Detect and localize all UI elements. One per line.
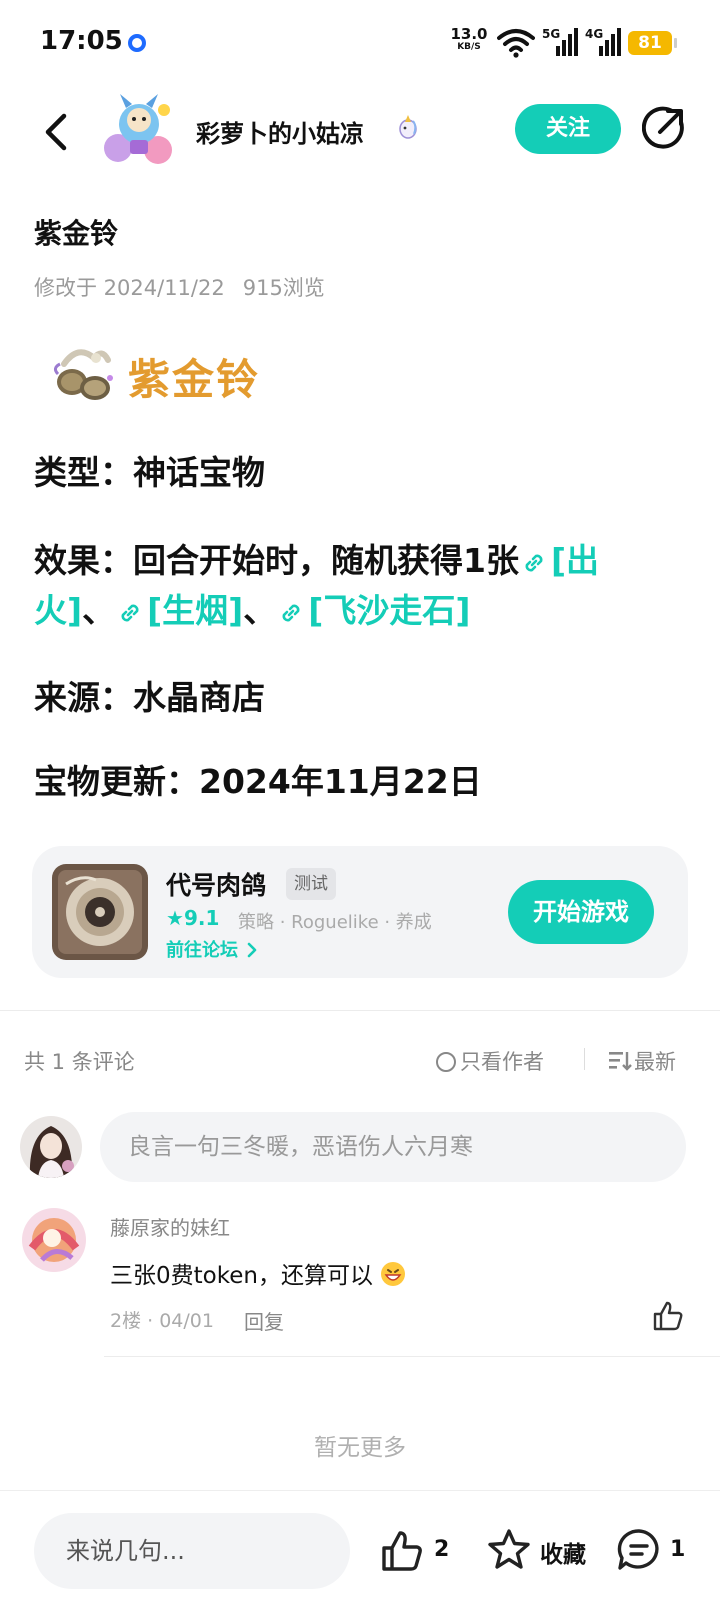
link-icon (525, 554, 543, 571)
post-header: 彩萝卜的小姑凉 关注 (0, 86, 720, 176)
author-name[interactable]: 彩萝卜的小姑凉 (196, 114, 364, 149)
forum-link-label: 前往论坛 (166, 940, 238, 961)
start-game-button[interactable]: 开始游戏 (508, 880, 654, 944)
sort-latest-button[interactable]: 最新 (608, 1046, 676, 1076)
item-type: 类型：神话宝物 (34, 453, 265, 492)
test-badge: 测试 (286, 868, 336, 900)
post-title: 紫金铃 (34, 217, 119, 250)
quick-comment-input[interactable]: 来说几句... (34, 1513, 350, 1589)
star-favorite-icon[interactable] (486, 1527, 532, 1573)
status-bar: 17:05 13.0 KB/S 5G 4G 81 (0, 0, 720, 86)
signal-4g-icon: 4G (585, 27, 621, 56)
author-only-label: 只看作者 (460, 1050, 544, 1074)
item-effect: 效果：回合开始时，随机获得1张 [出火]、 [生烟]、 [飞沙走石] (34, 536, 674, 636)
comment-total-count: 1 (670, 1537, 686, 1562)
signal-5g-label: 5G (542, 27, 560, 41)
signal-4g-label: 4G (585, 27, 603, 41)
link-separator: 、 (82, 591, 116, 630)
sort-icon (609, 1052, 632, 1071)
signal-5g-icon: 5G (542, 27, 578, 56)
network-speed: 13.0 KB/S (450, 25, 488, 54)
favorite-label[interactable]: 收藏 (540, 1535, 586, 1569)
star-icon: ★ (166, 906, 184, 930)
post-modified-date: 修改于 2024/11/22 (34, 276, 225, 300)
game-rating: ★9.1 (166, 906, 219, 930)
thumbs-up-icon[interactable] (652, 1300, 684, 1332)
notification-dot-icon (128, 34, 146, 52)
status-time: 17:05 (40, 26, 123, 56)
reply-button[interactable]: 回复 (244, 1306, 284, 1335)
game-icon[interactable] (52, 864, 148, 960)
section-divider (0, 1010, 720, 1011)
item-name-heading: 紫金铃 (128, 355, 261, 404)
item-source: 来源：水晶商店 (34, 678, 265, 717)
link-separator: 、 (243, 591, 277, 630)
follow-button[interactable]: 关注 (515, 104, 621, 154)
game-tags: 策略 · Roguelike · 养成 (238, 912, 432, 933)
commenter-name[interactable]: 藤原家的妹红 (110, 1212, 230, 1241)
game-rating-value: 9.1 (183, 906, 220, 930)
comment-divider (104, 1356, 720, 1357)
forum-link[interactable]: 前往论坛 (166, 936, 258, 962)
chevron-right-icon (247, 942, 257, 958)
game-card[interactable]: 代号肉鸽 测试 ★9.1 策略 · Roguelike · 养成 前往论坛 开始… (32, 846, 688, 978)
comment-body: 三张0费token，还算可以 (110, 1263, 373, 1289)
wifi-icon (497, 29, 535, 58)
comment-input[interactable]: 良言一句三冬暖，恶语伤人六月寒 (100, 1112, 686, 1182)
link-icon (282, 604, 300, 621)
comment-bubble-icon[interactable] (616, 1527, 662, 1573)
current-user-avatar[interactable] (20, 1116, 82, 1178)
commenter-avatar[interactable] (22, 1208, 86, 1272)
post-meta: 修改于 2024/11/22 915浏览 (34, 272, 325, 302)
post-view-count: 915浏览 (242, 276, 325, 300)
bottom-action-bar: 来说几句... 2 收藏 1 (0, 1490, 720, 1610)
comment-text: 三张0费token，还算可以 (110, 1256, 406, 1290)
unicorn-emoji-icon (399, 115, 417, 139)
game-name: 代号肉鸽 (166, 871, 267, 900)
like-count: 2 (434, 1537, 450, 1562)
bell-item-icon (53, 349, 113, 400)
link-icon (121, 604, 139, 621)
author-avatar[interactable] (100, 90, 178, 168)
comment-floor-date: 2楼 · 04/01 (110, 1310, 214, 1332)
like-icon[interactable] (380, 1529, 424, 1573)
back-icon[interactable] (38, 110, 78, 154)
card-link-sandstorm[interactable]: [飞沙走石] (308, 591, 470, 630)
author-only-toggle[interactable]: 只看作者 (436, 1046, 544, 1076)
comment-count: 共 1 条评论 (24, 1050, 135, 1074)
sort-latest-label: 最新 (634, 1050, 676, 1074)
grinning-emoji-icon (381, 1262, 406, 1286)
battery-indicator: 81 (628, 31, 677, 55)
effect-text: 效果：回合开始时，随机获得1张 (34, 541, 519, 580)
card-link-smoke[interactable]: [生烟] (147, 591, 243, 630)
no-more-label: 暂无更多 (314, 1435, 406, 1461)
radio-icon (436, 1052, 456, 1072)
network-speed-value: 13.0 (450, 25, 488, 43)
sort-separator (584, 1048, 585, 1070)
item-update-date: 宝物更新：2024年11月22日 (34, 762, 482, 801)
share-icon[interactable] (642, 106, 686, 150)
